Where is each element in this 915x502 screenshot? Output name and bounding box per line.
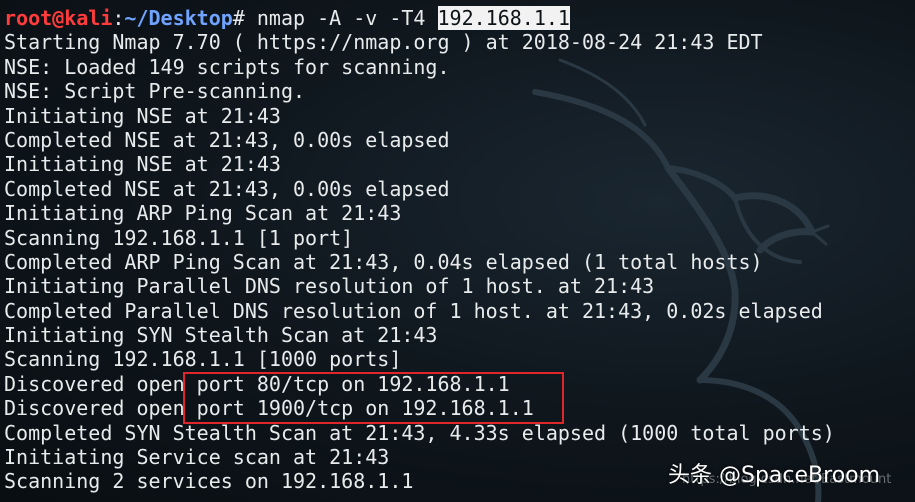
output-line: Completed NSE at 21:43, 0.00s elapsed	[4, 176, 450, 201]
output-line: Initiating NSE at 21:43	[4, 152, 281, 177]
output-line: Completed Parallel DNS resolution of 1 h…	[4, 298, 823, 323]
selected-target-text[interactable]: 192.168.1.1	[437, 6, 570, 30]
output-line: Initiating ARP Ping Scan at 21:43	[4, 201, 402, 226]
output-line: Scanning 192.168.1.1 [1 port]	[4, 225, 354, 250]
output-line: Initiating SYN Stealth Scan at 21:43	[4, 323, 438, 348]
output-line: Scanning 192.168.1.1 [1000 ports]	[4, 347, 402, 372]
terminal-window[interactable]: '' ' ' ' ' root@kali:~/Desktop# nmap -A …	[0, 0, 915, 502]
prompt-symbol: #	[232, 6, 257, 30]
prompt-path: ~/Desktop	[124, 6, 233, 30]
output-line: Starting Nmap 7.70 ( https://nmap.org ) …	[4, 30, 763, 55]
output-line: Completed NSE at 21:43, 0.00s elapsed	[4, 127, 450, 152]
output-line: Initiating NSE at 21:43	[4, 103, 281, 128]
output-line: Initiating Parallel DNS resolution of 1 …	[4, 274, 655, 299]
output-line: Completed SYN Stealth Scan at 21:43, 4.3…	[4, 420, 835, 445]
terminal-output: root@kali:~/Desktop# nmap -A -v -T4 192.…	[4, 6, 915, 494]
discovered-port-line: Discovered open port 80/tcp on 192.168.1…	[4, 371, 510, 396]
prompt-separator: :	[112, 6, 125, 30]
prompt-user-host: root@kali	[4, 6, 113, 30]
command-text: nmap -A -v -T4	[256, 6, 438, 30]
discovered-port-line: Discovered open port 1900/tcp on 192.168…	[4, 396, 534, 421]
output-line: NSE: Script Pre-scanning.	[4, 79, 306, 104]
watermark-brand: 头条 @SpaceBroom	[668, 463, 881, 488]
output-line: Completed ARP Ping Scan at 21:43, 0.04s …	[4, 249, 763, 274]
output-line: NSE: Loaded 149 scripts for scanning.	[4, 54, 450, 79]
shell-prompt-line: root@kali:~/Desktop# nmap -A -v -T4 192.…	[4, 6, 915, 30]
